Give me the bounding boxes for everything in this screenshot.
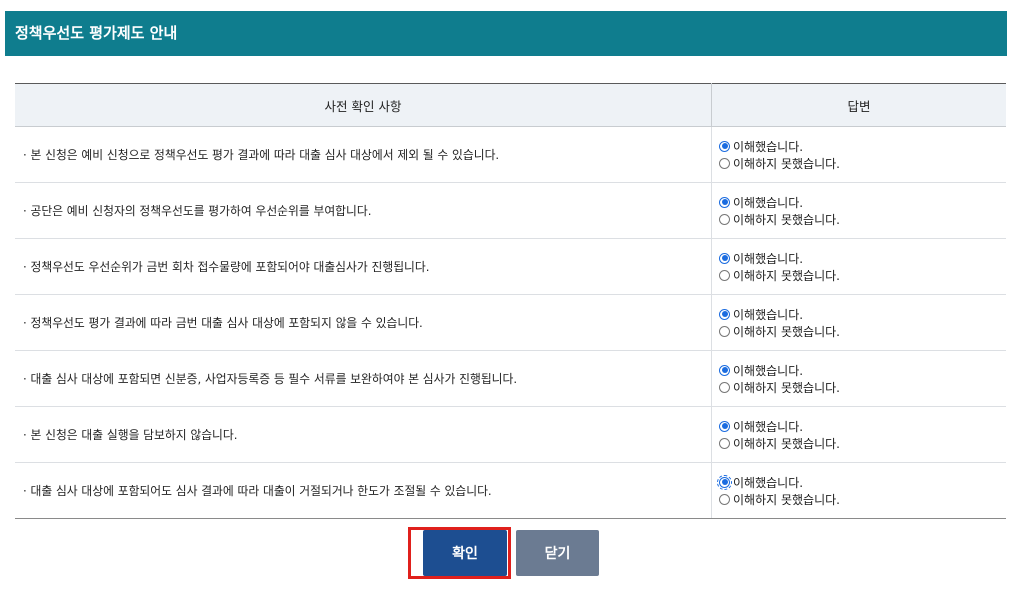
page-title: 정책우선도 평가제도 안내 <box>15 24 178 42</box>
radio-option-agree[interactable]: 이해했습니다. <box>719 194 1006 211</box>
radio-label: 이해했습니다. <box>733 363 804 378</box>
question-text: · 본 신청은 대출 실행을 담보하지 않습니다. <box>23 428 238 442</box>
radio-label: 이해했습니다. <box>733 419 804 434</box>
answer-cell: 이해했습니다. 이해하지 못했습니다. <box>711 238 1006 295</box>
answer-cell: 이해했습니다. 이해하지 못했습니다. <box>711 126 1006 183</box>
radio-option-disagree[interactable]: 이해하지 못했습니다. <box>719 155 1006 172</box>
question-cell: · 본 신청은 대출 실행을 담보하지 않습니다. <box>15 406 712 463</box>
radio-button[interactable] <box>719 381 730 393</box>
table-row: · 대출 심사 대상에 포함되어도 심사 결과에 따라 대출이 거절되거나 한도… <box>15 462 1006 519</box>
radio-button[interactable] <box>719 252 730 264</box>
answer-cell: 이해했습니다. 이해하지 못했습니다. <box>711 462 1006 519</box>
table-row: · 정책우선도 평가 결과에 따라 금번 대출 심사 대상에 포함되지 않을 수… <box>15 294 1006 351</box>
radio-option-disagree[interactable]: 이해하지 못했습니다. <box>719 379 1006 396</box>
radio-option-agree[interactable]: 이해했습니다. <box>719 362 1006 379</box>
table-row: · 대출 심사 대상에 포함되면 신분증, 사업자등록증 등 필수 서류를 보완… <box>15 350 1006 407</box>
radio-button[interactable] <box>719 420 730 432</box>
radio-button[interactable] <box>719 196 730 208</box>
close-button[interactable]: 닫기 <box>516 530 599 576</box>
radio-button[interactable] <box>719 437 730 449</box>
question-text: · 대출 심사 대상에 포함되어도 심사 결과에 따라 대출이 거절되거나 한도… <box>23 484 492 498</box>
question-cell: · 정책우선도 우선순위가 금번 회차 접수물량에 포함되어야 대출심사가 진행… <box>15 238 712 295</box>
radio-button[interactable] <box>717 474 732 490</box>
question-text: · 공단은 예비 신청자의 정책우선도를 평가하여 우선순위를 부여합니다. <box>23 204 372 218</box>
radio-label: 이해하지 못했습니다. <box>733 268 840 283</box>
header-answer: 답변 <box>711 83 1006 127</box>
answer-cell: 이해했습니다. 이해하지 못했습니다. <box>711 182 1006 239</box>
question-text: · 정책우선도 우선순위가 금번 회차 접수물량에 포함되어야 대출심사가 진행… <box>23 260 430 274</box>
question-text: · 본 신청은 예비 신청으로 정책우선도 평가 결과에 따라 대출 심사 대상… <box>23 148 500 162</box>
radio-button[interactable] <box>719 325 730 337</box>
table-row: · 본 신청은 예비 신청으로 정책우선도 평가 결과에 따라 대출 심사 대상… <box>15 126 1006 183</box>
radio-label: 이해했습니다. <box>733 139 804 154</box>
radio-option-agree[interactable]: 이해했습니다. <box>717 474 1006 491</box>
radio-option-disagree[interactable]: 이해하지 못했습니다. <box>719 267 1006 284</box>
question-text: · 대출 심사 대상에 포함되면 신분증, 사업자등록증 등 필수 서류를 보완… <box>23 372 518 386</box>
question-cell: · 공단은 예비 신청자의 정책우선도를 평가하여 우선순위를 부여합니다. <box>15 182 712 239</box>
radio-button[interactable] <box>719 269 730 281</box>
radio-label: 이해했습니다. <box>733 475 804 490</box>
radio-option-agree[interactable]: 이해했습니다. <box>719 138 1006 155</box>
radio-option-agree[interactable]: 이해했습니다. <box>719 306 1006 323</box>
confirm-button[interactable]: 확인 <box>423 530 507 576</box>
radio-button[interactable] <box>719 157 730 169</box>
answer-cell: 이해했습니다. 이해하지 못했습니다. <box>711 294 1006 351</box>
question-cell: · 대출 심사 대상에 포함되어도 심사 결과에 따라 대출이 거절되거나 한도… <box>15 462 712 519</box>
radio-option-agree[interactable]: 이해했습니다. <box>719 418 1006 435</box>
radio-label: 이해했습니다. <box>733 251 804 266</box>
radio-label: 이해하지 못했습니다. <box>733 156 840 171</box>
radio-button[interactable] <box>719 308 730 320</box>
radio-button[interactable] <box>719 213 730 225</box>
radio-label: 이해하지 못했습니다. <box>733 324 840 339</box>
table-row: · 공단은 예비 신청자의 정책우선도를 평가하여 우선순위를 부여합니다. 이해… <box>15 182 1006 239</box>
table-row: · 정책우선도 우선순위가 금번 회차 접수물량에 포함되어야 대출심사가 진행… <box>15 238 1006 295</box>
header-question: 사전 확인 사항 <box>15 83 712 127</box>
radio-option-disagree[interactable]: 이해하지 못했습니다. <box>719 491 1006 508</box>
table-header-row: 사전 확인 사항 답변 <box>15 83 1006 127</box>
radio-button[interactable] <box>719 140 730 152</box>
radio-label: 이해했습니다. <box>733 195 804 210</box>
radio-label: 이해하지 못했습니다. <box>733 436 840 451</box>
radio-option-disagree[interactable]: 이해하지 못했습니다. <box>719 211 1006 228</box>
radio-label: 이해하지 못했습니다. <box>733 492 840 507</box>
question-cell: · 본 신청은 예비 신청으로 정책우선도 평가 결과에 따라 대출 심사 대상… <box>15 126 712 183</box>
table-row: · 본 신청은 대출 실행을 담보하지 않습니다. 이해했습니다. 이해하지 못했습… <box>15 406 1006 463</box>
answer-cell: 이해했습니다. 이해하지 못했습니다. <box>711 406 1006 463</box>
confirmation-table: 사전 확인 사항 답변 · 본 신청은 예비 신청으로 정책우선도 평가 결과에… <box>15 83 1006 519</box>
question-text: · 정책우선도 평가 결과에 따라 금번 대출 심사 대상에 포함되지 않을 수… <box>23 316 423 330</box>
page-title-bar: 정책우선도 평가제도 안내 <box>5 11 1007 56</box>
question-cell: · 정책우선도 평가 결과에 따라 금번 대출 심사 대상에 포함되지 않을 수… <box>15 294 712 351</box>
radio-option-agree[interactable]: 이해했습니다. <box>719 250 1006 267</box>
radio-option-disagree[interactable]: 이해하지 못했습니다. <box>719 435 1006 452</box>
radio-label: 이해했습니다. <box>733 307 804 322</box>
radio-button[interactable] <box>719 364 730 376</box>
radio-button[interactable] <box>719 493 730 505</box>
question-cell: · 대출 심사 대상에 포함되면 신분증, 사업자등록증 등 필수 서류를 보완… <box>15 350 712 407</box>
radio-label: 이해하지 못했습니다. <box>733 380 840 395</box>
radio-option-disagree[interactable]: 이해하지 못했습니다. <box>719 323 1006 340</box>
answer-cell: 이해했습니다. 이해하지 못했습니다. <box>711 350 1006 407</box>
radio-label: 이해하지 못했습니다. <box>733 212 840 227</box>
